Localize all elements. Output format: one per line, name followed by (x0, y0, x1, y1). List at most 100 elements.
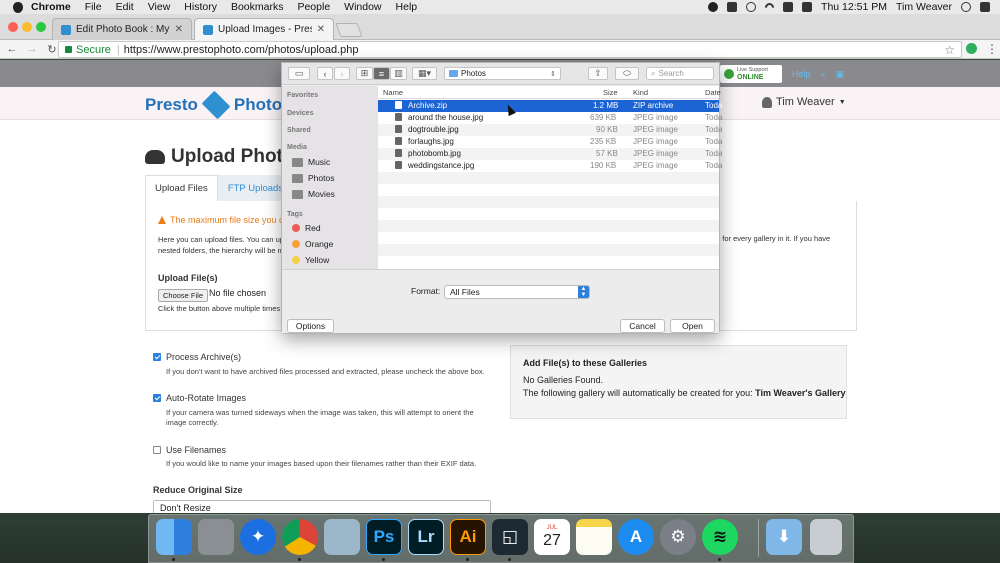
sidebar-tag-red[interactable]: Red (292, 223, 321, 233)
format-select[interactable]: All Files ▲ ▼ (444, 285, 590, 299)
options-button[interactable]: Options (287, 319, 334, 333)
option-process-archives[interactable]: Process Archive(s) (153, 352, 241, 362)
back-arrow-icon[interactable]: ← (4, 43, 20, 55)
chrome-icon[interactable] (282, 519, 318, 555)
list-view-icon[interactable]: ≡ (373, 67, 390, 80)
help-link[interactable]: Help (792, 69, 811, 79)
search-icon[interactable]: ⌕ (821, 69, 826, 80)
sidebar-tag-orange[interactable]: Orange (292, 239, 333, 249)
icon-view-icon[interactable]: ⊞ (356, 67, 373, 80)
lightroom-icon[interactable]: Lr (408, 519, 444, 555)
menu-view[interactable]: View (148, 1, 171, 13)
sidebar-item-label: Music (308, 157, 331, 167)
tab-upload-files[interactable]: Upload Files (145, 175, 218, 201)
gallery-view-icon[interactable]: ▦▾ (412, 67, 437, 80)
finder-icon[interactable] (156, 519, 192, 555)
file-row[interactable]: weddingstance.jpg 190 KB JPEG image Toda (378, 160, 722, 172)
column-view-icon[interactable]: ▥ (390, 67, 407, 80)
wifi-icon[interactable] (763, 0, 776, 14)
menubar-clock[interactable]: Thu 12:51 PM (821, 1, 887, 13)
menu-app-name[interactable]: Chrome (31, 1, 71, 13)
site-logo[interactable]: Presto Photo (145, 90, 282, 120)
sidebar-item-movies[interactable]: Movies (292, 189, 335, 199)
notification-icon[interactable] (708, 2, 719, 12)
user-menu[interactable]: Tim Weaver ▼ (762, 96, 846, 108)
tab-close-icon[interactable]: ✕ (317, 24, 325, 35)
forward-chevron-icon[interactable]: › (334, 67, 350, 80)
spotify-icon[interactable]: ≋ (702, 519, 738, 555)
maximize-window-icon[interactable] (36, 22, 46, 32)
back-chevron-icon[interactable]: ‹ (317, 67, 333, 80)
menu-bookmarks[interactable]: Bookmarks (231, 1, 284, 13)
calendar-icon[interactable]: JUL 27 (534, 519, 570, 555)
sidebar-section-favorites: Favorites (287, 92, 319, 99)
spotlight-icon[interactable] (961, 2, 971, 12)
file-row[interactable]: photobomb.jpg 57 KB JPEG image Toda (378, 148, 722, 160)
tab-close-icon[interactable]: ✕ (175, 24, 183, 35)
open-button[interactable]: Open (670, 319, 715, 333)
file-name: dogtrouble.jpg (408, 125, 459, 134)
trash-icon[interactable] (810, 519, 842, 555)
option-use-filenames[interactable]: Use Filenames (153, 445, 226, 455)
screen-capture-icon[interactable]: ◱ (492, 519, 528, 555)
app-store-icon[interactable]: A (618, 519, 654, 555)
notification-center-icon[interactable] (980, 2, 990, 12)
tab-edit-photo-book[interactable]: Edit Photo Book : My Year - Pr ✕ (52, 18, 192, 40)
menubar-user[interactable]: Tim Weaver (896, 1, 952, 13)
dialog-search-field[interactable]: ⌕ Search (646, 67, 714, 80)
auto-rotate-checkbox[interactable] (153, 394, 161, 402)
menu-help[interactable]: Help (396, 1, 418, 13)
sidebar-tag-yellow[interactable]: Yellow (292, 255, 329, 265)
reduce-size-select[interactable]: Don't Resize (153, 500, 491, 513)
migration-assistant-icon[interactable] (324, 519, 360, 555)
menu-people[interactable]: People (297, 1, 330, 13)
tag-icon[interactable]: ⬭ (615, 67, 639, 80)
menu-file[interactable]: File (85, 1, 102, 13)
url-text[interactable]: https://www.prestophoto.com/photos/uploa… (124, 44, 359, 56)
time-machine-icon[interactable] (746, 2, 757, 12)
column-size[interactable]: Size (603, 88, 618, 97)
use-filenames-checkbox[interactable] (153, 446, 161, 454)
column-name[interactable]: Name (383, 88, 403, 97)
downloads-folder-icon[interactable]: ⬇ (766, 519, 802, 555)
new-tab-button[interactable] (335, 23, 363, 37)
menu-edit[interactable]: Edit (116, 1, 134, 13)
forward-arrow-icon[interactable]: → (24, 43, 40, 55)
chrome-menu-icon[interactable]: ⋮ (986, 42, 998, 56)
photoshop-icon[interactable]: Ps (366, 519, 402, 555)
option-auto-rotate[interactable]: Auto-Rotate Images (153, 393, 246, 403)
safari-icon[interactable]: ✦ (240, 519, 276, 555)
sidebar-item-photos[interactable]: Photos (292, 173, 334, 183)
notes-icon[interactable] (576, 519, 612, 555)
bookmark-star-icon[interactable]: ☆ (944, 43, 955, 57)
live-support-badge[interactable]: Live Support ONLINE (720, 65, 782, 83)
system-preferences-icon[interactable]: ⚙ (660, 519, 696, 555)
close-window-icon[interactable] (8, 22, 18, 32)
file-row[interactable]: dogtrouble.jpg 90 KB JPEG image Toda (378, 124, 722, 136)
menu-window[interactable]: Window (344, 1, 381, 13)
address-bar[interactable]: Secure | https://www.prestophoto.com/pho… (58, 41, 962, 58)
minimize-window-icon[interactable] (22, 22, 32, 32)
location-popup[interactable]: Photos ⇕ (444, 67, 561, 80)
file-row[interactable]: Archive.zip 1.2 MB ZIP archive Toda (378, 100, 722, 112)
file-row[interactable]: forlaughs.jpg 235 KB JPEG image Toda (378, 136, 722, 148)
file-row[interactable]: around the house.jpg 639 KB JPEG image T… (378, 112, 722, 124)
process-archives-checkbox[interactable] (153, 353, 161, 361)
battery-icon[interactable] (802, 2, 813, 12)
tab-upload-images[interactable]: Upload Images - PrestoPhoto ✕ (194, 18, 334, 40)
column-date[interactable]: Date (705, 88, 721, 97)
share-icon[interactable]: ⇧ (588, 67, 608, 80)
apple-icon[interactable] (13, 1, 23, 13)
sidebar-toggle-icon[interactable]: ▭ (288, 67, 310, 80)
volume-icon[interactable] (783, 2, 794, 12)
illustrator-icon[interactable]: Ai (450, 519, 486, 555)
menu-history[interactable]: History (184, 1, 217, 13)
screen-record-icon[interactable] (727, 2, 738, 12)
cart-icon[interactable]: ▣ (836, 69, 845, 80)
preview-icon[interactable] (198, 519, 234, 555)
cancel-button[interactable]: Cancel (620, 319, 665, 333)
extension-icon[interactable] (966, 43, 977, 54)
choose-file-button[interactable]: Choose File (158, 289, 209, 302)
column-kind[interactable]: Kind (633, 88, 648, 97)
sidebar-item-music[interactable]: Music (292, 157, 330, 167)
